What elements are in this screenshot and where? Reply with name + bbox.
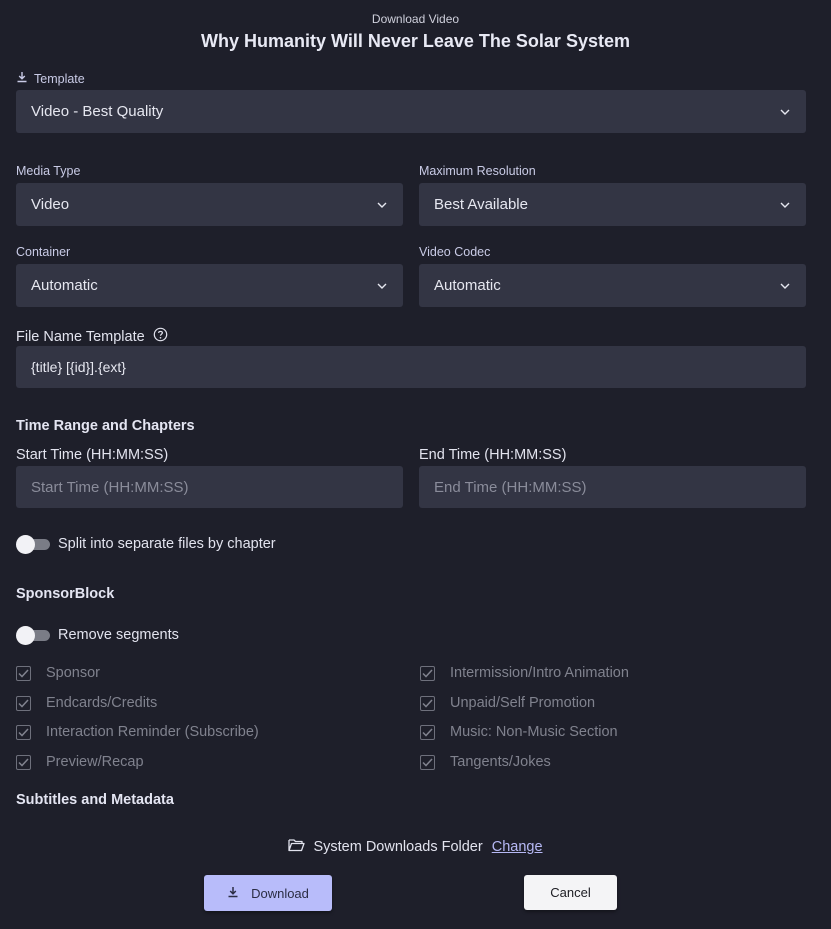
template-select[interactable]: Video - Best Quality bbox=[16, 90, 806, 133]
dialog-subtitle: Download Video bbox=[371, 12, 460, 26]
start-time-label: Start Time (HH:MM:SS) bbox=[16, 447, 169, 463]
segment-checkbox-tangents[interactable]: Tangents/Jokes bbox=[420, 754, 551, 770]
folder-open-icon bbox=[288, 838, 306, 856]
media-type-select[interactable]: Video bbox=[16, 183, 403, 226]
end-time-label: End Time (HH:MM:SS) bbox=[419, 447, 567, 463]
download-button[interactable]: Download bbox=[204, 875, 332, 911]
video-codec-label: Video Codec bbox=[419, 245, 491, 259]
chevron-down-icon bbox=[779, 199, 791, 211]
toggle-knob bbox=[16, 535, 35, 554]
split-chapters-toggle[interactable] bbox=[16, 535, 50, 554]
segment-checkbox-music[interactable]: Music: Non-Music Section bbox=[420, 724, 618, 740]
toggle-knob bbox=[16, 626, 35, 645]
segment-checkbox-endcards[interactable]: Endcards/Credits bbox=[16, 695, 157, 711]
check-icon bbox=[16, 754, 31, 770]
segment-checkbox-selfpromo[interactable]: Unpaid/Self Promotion bbox=[420, 695, 595, 711]
remove-segments-label: Remove segments bbox=[58, 627, 179, 643]
end-time-placeholder: End Time (HH:MM:SS) bbox=[434, 478, 587, 496]
remove-segments-toggle[interactable] bbox=[16, 626, 50, 645]
time-range-title: Time Range and Chapters bbox=[16, 418, 195, 434]
media-type-value: Video bbox=[31, 196, 70, 213]
segment-checkbox-intermission[interactable]: Intermission/Intro Animation bbox=[420, 665, 629, 681]
change-folder-link[interactable]: Change bbox=[492, 839, 543, 855]
check-icon bbox=[16, 724, 31, 740]
cancel-button-label: Cancel bbox=[550, 885, 591, 900]
check-icon bbox=[420, 665, 435, 681]
container-value: Automatic bbox=[31, 277, 98, 294]
segment-checkbox-preview[interactable]: Preview/Recap bbox=[16, 754, 144, 770]
template-value: Video - Best Quality bbox=[31, 103, 164, 120]
file-name-template-input[interactable]: {title} [{id}].{ext} bbox=[16, 346, 806, 388]
end-time-input[interactable]: End Time (HH:MM:SS) bbox=[419, 466, 806, 508]
subtitles-metadata-title: Subtitles and Metadata bbox=[16, 792, 174, 808]
segment-checkbox-interaction[interactable]: Interaction Reminder (Subscribe) bbox=[16, 724, 259, 740]
check-icon bbox=[16, 665, 31, 681]
chevron-down-icon bbox=[779, 280, 791, 292]
video-codec-select[interactable]: Automatic bbox=[419, 264, 806, 307]
max-resolution-select[interactable]: Best Available bbox=[419, 183, 806, 226]
check-icon bbox=[16, 695, 31, 711]
folder-text: System Downloads Folder bbox=[313, 839, 483, 855]
segment-checkbox-sponsor[interactable]: Sponsor bbox=[16, 665, 100, 681]
check-icon bbox=[420, 724, 435, 740]
check-icon bbox=[420, 754, 435, 770]
download-icon bbox=[227, 886, 239, 901]
sponsorblock-title: SponsorBlock bbox=[16, 586, 115, 602]
download-icon bbox=[16, 71, 28, 86]
template-label: Template bbox=[16, 71, 85, 86]
chevron-down-icon bbox=[779, 106, 791, 118]
start-time-placeholder: Start Time (HH:MM:SS) bbox=[31, 478, 189, 496]
media-type-label: Media Type bbox=[16, 164, 81, 178]
check-icon bbox=[420, 695, 435, 711]
help-icon[interactable] bbox=[153, 327, 168, 346]
video-title: Why Humanity Will Never Leave The Solar … bbox=[201, 31, 630, 51]
max-resolution-value: Best Available bbox=[434, 196, 528, 213]
start-time-input[interactable]: Start Time (HH:MM:SS) bbox=[16, 466, 403, 508]
split-chapters-label: Split into separate files by chapter bbox=[58, 536, 276, 552]
video-codec-value: Automatic bbox=[434, 277, 501, 294]
download-button-label: Download bbox=[251, 885, 309, 901]
chevron-down-icon bbox=[376, 199, 388, 211]
container-label: Container bbox=[16, 245, 71, 259]
download-folder-row: System Downloads Folder Change bbox=[0, 838, 831, 856]
chevron-down-icon bbox=[376, 280, 388, 292]
cancel-button[interactable]: Cancel bbox=[524, 875, 617, 910]
container-select[interactable]: Automatic bbox=[16, 264, 403, 307]
max-resolution-label: Maximum Resolution bbox=[419, 164, 536, 178]
file-name-template-label: File Name Template bbox=[16, 327, 168, 346]
